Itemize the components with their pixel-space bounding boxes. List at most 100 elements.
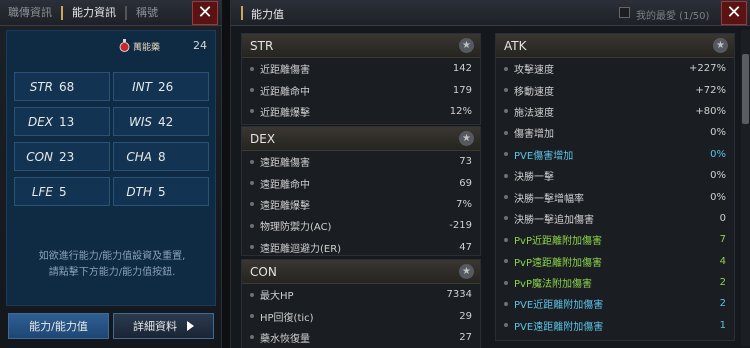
scrollbar[interactable] [741, 30, 750, 346]
stat-label: 近距離傷害 [260, 65, 310, 77]
stat-label: 近距離命中 [260, 86, 310, 98]
stat-value: 2 [719, 298, 726, 310]
section-title: STR [250, 39, 274, 53]
tab-separator [61, 5, 63, 20]
stat-label: 攻擊速度 [514, 65, 554, 77]
stat-value: 13 [59, 114, 75, 129]
hint-line: 請點擊下方能力/能力值按鈕. [48, 267, 176, 278]
stat-row: PVE傷害增加 0% [496, 144, 734, 165]
favorite-star-icon[interactable]: ★ [459, 264, 474, 279]
bullet-icon [504, 216, 508, 221]
stat-label: 物理防禦力(AC) [260, 222, 332, 234]
section-title: CON [250, 265, 277, 279]
close-button[interactable]: ✕ [721, 1, 747, 25]
stat-label: 遠距離迴避力(ER) [260, 243, 342, 255]
bullet-icon [250, 245, 254, 250]
ability-button[interactable]: 能力/能力值 [8, 313, 109, 339]
stat-value: +227% [689, 63, 726, 75]
stat-row: 遠距離爆擊 7% [242, 194, 480, 215]
bullet-icon [504, 237, 508, 242]
stat-dth: DTH 5 [113, 177, 209, 206]
stat-label: PvP遠距離附加傷害 [514, 257, 602, 269]
bullet-icon [250, 88, 254, 93]
stat-row: 物理防禦力(AC) -219 [242, 215, 480, 236]
stat-row: PvP魔法附加傷害 2 [496, 272, 734, 293]
bullet-icon [504, 152, 508, 157]
stat-lfe: LFE 5 [14, 177, 110, 206]
favorites-checkbox[interactable] [619, 7, 630, 18]
stat-name: DEX [27, 114, 53, 129]
elixir-count: 24 [193, 39, 207, 52]
section-header: DEX ★ [242, 127, 480, 151]
stat-value: 26 [158, 79, 174, 94]
bullet-icon [504, 280, 508, 285]
character-info-panel: 職傳資訊 能力資訊 稱號 ✕ 萬能藥 24 STR 68 INT 26 DEX … [0, 0, 222, 348]
stat-label: 決勝一擊 [514, 172, 554, 184]
stat-value: 73 [459, 156, 472, 168]
stat-value: 0 [719, 212, 726, 224]
scrollbar-thumb[interactable] [742, 54, 749, 124]
stat-value: 69 [459, 177, 472, 189]
stat-label: 移動速度 [514, 86, 554, 98]
ability-button-label: 能力/能力值 [29, 320, 88, 333]
close-icon: ✕ [726, 2, 742, 23]
elixir-row: 萬能藥 24 [7, 37, 217, 55]
favorite-star-icon[interactable]: ★ [713, 38, 728, 53]
section-str: STR ★ 近距離傷害 142 近距離命中 179 近距離爆擊 12% [241, 33, 481, 125]
tab-ability-info[interactable]: 能力資訊 [64, 0, 124, 26]
reset-hint: 如欲進行能力/能力值設資及重置, 請點擊下方能力/能力值按鈕. [7, 249, 217, 281]
stat-label: 近距離爆擊 [260, 107, 310, 119]
stat-row: PVE遠距離附加傷害 1 [496, 315, 734, 336]
stat-con: CON 23 [14, 142, 110, 171]
panel-header: 能力值 我的最愛 (1/50) ✕ [231, 0, 750, 26]
panel-title: 能力值 [251, 8, 284, 21]
stat-value: 68 [59, 79, 75, 94]
stat-label: PVE遠距離附加傷害 [514, 321, 604, 333]
hint-line: 如欲進行能力/能力值設資及重置, [38, 251, 186, 262]
bullet-icon [250, 314, 254, 319]
bullet-icon [250, 109, 254, 114]
stat-label: 決勝一擊增幅率 [514, 193, 584, 205]
section-header: ATK ★ [496, 34, 734, 58]
section-header: CON ★ [242, 260, 480, 284]
stat-row: 決勝一擊 0% [496, 165, 734, 186]
bullet-icon [250, 66, 254, 71]
stat-label: 藥水恢復量 [260, 333, 310, 345]
stats-area: 萬能藥 24 STR 68 INT 26 DEX 13 WIS 42 CON 2… [6, 30, 216, 306]
elixir-icon [119, 39, 130, 52]
stat-value: 7 [719, 234, 726, 246]
stat-value: 2 [719, 277, 726, 289]
tab-title[interactable]: 稱號 [128, 0, 166, 26]
close-button[interactable]: ✕ [192, 1, 218, 25]
bullet-icon [504, 109, 508, 114]
stat-label: 遠距離傷害 [260, 158, 310, 170]
stat-row: 傷害增加 0% [496, 122, 734, 143]
stat-value: 29 [459, 310, 472, 322]
favorite-star-icon[interactable]: ★ [459, 131, 474, 146]
elixir-label: 萬能藥 [133, 43, 161, 53]
stat-value: 7% [456, 198, 472, 210]
stat-row: 遠距離傷害 73 [242, 151, 480, 172]
stat-value: 142 [452, 63, 472, 75]
stat-value: 7334 [446, 289, 472, 301]
stat-row: 藥水恢復量 27 [242, 327, 480, 348]
stat-row: 遠距離迴避力(ER) 47 [242, 237, 480, 258]
stat-value: 0% [710, 170, 726, 182]
stat-row: 最大HP 7334 [242, 284, 480, 305]
stat-row: PvP遠距離附加傷害 4 [496, 251, 734, 272]
stat-label: PvP近距離附加傷害 [514, 236, 602, 248]
stat-label: PVE近距離附加傷害 [514, 300, 604, 312]
play-arrow-icon [187, 321, 194, 331]
stat-name: CON [26, 149, 53, 164]
stat-value: 5 [158, 184, 166, 199]
bullet-icon [504, 195, 508, 200]
stat-label: HP回復(tic) [260, 312, 314, 324]
details-button[interactable]: 詳細資料 [113, 313, 214, 339]
favorites-label: 我的最愛 (1/50) [636, 11, 710, 22]
bullet-icon [250, 181, 254, 186]
favorite-star-icon[interactable]: ★ [459, 38, 474, 53]
section-title: ATK [504, 39, 527, 53]
stat-str: STR 68 [14, 72, 110, 101]
tab-class-info[interactable]: 職傳資訊 [0, 0, 60, 26]
stat-label: PVE傷害增加 [514, 150, 574, 162]
